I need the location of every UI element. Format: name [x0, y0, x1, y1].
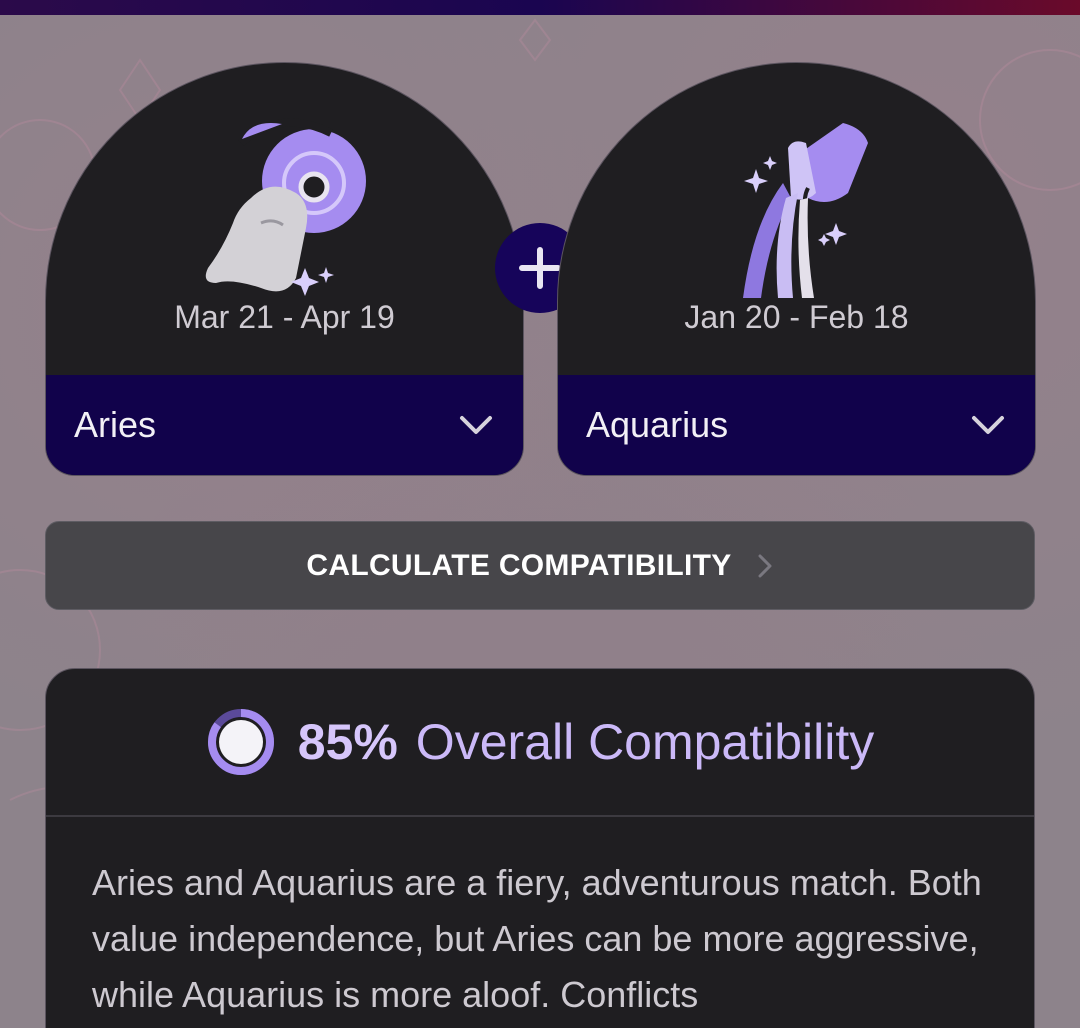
compatibility-result-card: 85% Overall Compatibility Aries and Aqua… [45, 668, 1035, 1028]
compatibility-percent: 85% [297, 714, 398, 770]
compatibility-description: Aries and Aquarius are a fiery, adventur… [92, 862, 982, 1015]
sign-select-right[interactable]: Aquarius [558, 375, 1035, 475]
sign-card-right: Jan 20 - Feb 18 Aquarius [557, 62, 1036, 476]
sign-select-value: Aries [74, 404, 157, 445]
sign-select-left[interactable]: Aries [46, 375, 523, 475]
aquarius-water-bearer-icon [558, 103, 1035, 323]
calculate-compatibility-button[interactable]: CALCULATE COMPATIBILITY [45, 521, 1035, 610]
result-header: 85% Overall Compatibility [46, 669, 1034, 817]
top-bar [0, 0, 1080, 15]
sign-dates: Jan 20 - Feb 18 [684, 299, 909, 335]
compatibility-label: Overall Compatibility [415, 714, 875, 770]
compatibility-progress-ring [207, 709, 274, 775]
calculate-button-label: CALCULATE COMPATIBILITY [306, 548, 732, 582]
sign-card-left: Mar 21 - Apr 19 Aries [45, 62, 524, 476]
chevron-down-icon [972, 416, 1004, 434]
aries-ram-icon [46, 103, 523, 323]
sign-select-value: Aquarius [586, 404, 729, 445]
sign-dates: Mar 21 - Apr 19 [174, 299, 395, 335]
chevron-down-icon [460, 416, 492, 434]
chevron-right-icon [758, 554, 772, 577]
